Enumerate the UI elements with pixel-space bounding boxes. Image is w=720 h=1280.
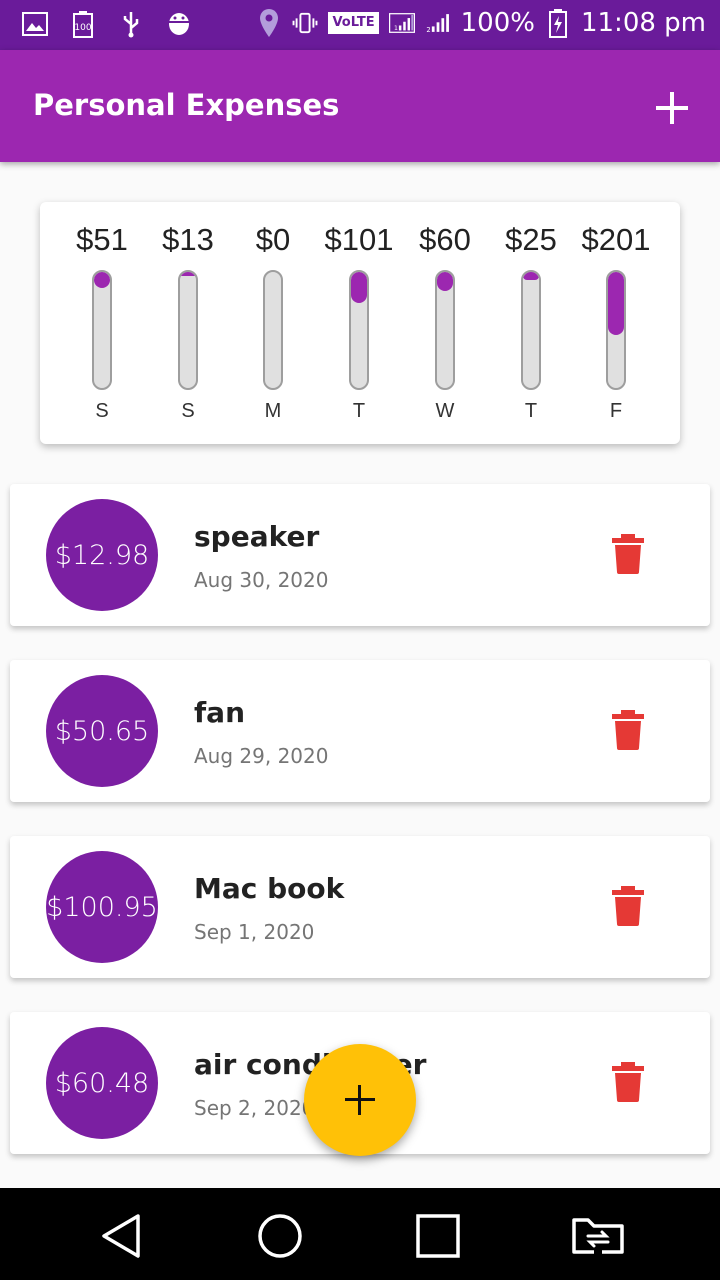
chart-day-label: W — [435, 400, 455, 422]
chart-bar: $51 S — [59, 202, 145, 444]
nav-switch-sim-button[interactable] — [570, 1212, 626, 1260]
trash-icon — [612, 534, 644, 574]
chart-amount: $25 — [505, 222, 557, 257]
trash-icon — [612, 710, 644, 750]
chart-day-label: T — [352, 400, 366, 422]
chart-day-label: M — [264, 400, 282, 422]
usb-icon — [118, 10, 144, 38]
chart-bar-track — [606, 270, 626, 390]
back-icon — [102, 1214, 140, 1258]
chart-bar: $25 T — [488, 202, 574, 444]
amount-avatar: $100.95 — [46, 851, 158, 963]
svg-text:2: 2 — [426, 26, 430, 34]
chart-bar-fill — [351, 272, 367, 304]
android-debug-icon — [166, 10, 192, 38]
trash-icon — [612, 886, 644, 926]
chart-bar-track — [263, 270, 283, 390]
vibrate-icon — [292, 9, 318, 37]
expense-date: Sep 2, 2020 — [194, 1096, 315, 1120]
chart-amount: $201 — [581, 222, 651, 257]
expense-date: Sep 1, 2020 — [194, 920, 315, 944]
expense-title: Mac book — [194, 872, 345, 905]
delete-button[interactable] — [612, 534, 644, 574]
location-icon — [256, 9, 282, 37]
nav-recents-button[interactable] — [414, 1212, 462, 1260]
chart-bar-track — [521, 270, 541, 390]
amount-avatar: $50.65 — [46, 675, 158, 787]
chart-bar-track — [435, 270, 455, 390]
expense-title: speaker — [194, 520, 320, 553]
chart-amount: $13 — [162, 222, 214, 257]
chart-bar-fill — [608, 272, 624, 335]
delete-button[interactable] — [612, 886, 644, 926]
clock: 11:08 pm — [580, 8, 706, 38]
chart-bar-fill — [180, 272, 196, 277]
amount-avatar: $60.48 — [46, 1027, 158, 1139]
chart-bar-fill — [523, 272, 539, 280]
add-expense-button[interactable] — [652, 88, 692, 128]
chart-day-label: F — [609, 400, 623, 422]
switch-sim-icon — [572, 1218, 624, 1254]
recents-icon — [416, 1214, 460, 1258]
delete-button[interactable] — [612, 710, 644, 750]
list-item: $50.65 fan Aug 29, 2020 — [10, 660, 710, 802]
chart-bar-track — [349, 270, 369, 390]
chart-bar-track — [178, 270, 198, 390]
battery-saver-icon: 100 — [70, 10, 96, 38]
battery-percent: 100% — [460, 8, 535, 38]
expense-date: Aug 29, 2020 — [194, 744, 329, 768]
expense-title: fan — [194, 696, 246, 729]
signal-sim2-icon: 2 — [425, 9, 451, 37]
chart-day-label: T — [524, 400, 538, 422]
amount-avatar: $12.98 — [46, 499, 158, 611]
chart-bar-fill — [437, 272, 453, 291]
volte-icon: VoLTE — [328, 12, 379, 34]
list-item: $100.95 Mac book Sep 1, 2020 — [10, 836, 710, 978]
app-bar: Personal Expenses — [0, 50, 720, 162]
status-bar: 100 VoLTE 1 2 100% 11:08 pm — [0, 0, 720, 50]
chart-amount: $51 — [76, 222, 128, 257]
chart-day-label: S — [181, 400, 195, 422]
trash-icon — [612, 1062, 644, 1102]
delete-button[interactable] — [612, 1062, 644, 1102]
gallery-icon — [22, 10, 48, 38]
page-title: Personal Expenses — [33, 88, 340, 122]
svg-text:1: 1 — [394, 25, 398, 32]
chart-bar: $60 W — [402, 202, 488, 444]
chart-day-label: S — [95, 400, 109, 422]
nav-home-button[interactable] — [256, 1212, 304, 1260]
list-item: $12.98 speaker Aug 30, 2020 — [10, 484, 710, 626]
chart-amount: $101 — [324, 222, 394, 257]
chart-bar-fill — [94, 272, 110, 289]
system-nav-bar — [0, 1188, 720, 1280]
chart-amount: $0 — [255, 222, 291, 257]
chart-amount: $60 — [419, 222, 471, 257]
chart-bar: $201 F — [573, 202, 659, 444]
chart-bar: $0 M — [230, 202, 316, 444]
home-icon — [258, 1214, 302, 1258]
weekly-chart: $51 S $13 S $0 M $101 T $60 W $25 T $201… — [40, 202, 680, 444]
add-expense-fab[interactable] — [304, 1044, 416, 1156]
chart-bar-track — [92, 270, 112, 390]
signal-sim1-icon: 1 — [388, 9, 415, 37]
battery-charging-icon — [545, 9, 571, 38]
svg-text:100: 100 — [74, 23, 91, 33]
nav-back-button[interactable] — [98, 1212, 146, 1260]
chart-bar: $101 T — [316, 202, 402, 444]
expense-date: Aug 30, 2020 — [194, 568, 329, 592]
chart-bar: $13 S — [145, 202, 231, 444]
